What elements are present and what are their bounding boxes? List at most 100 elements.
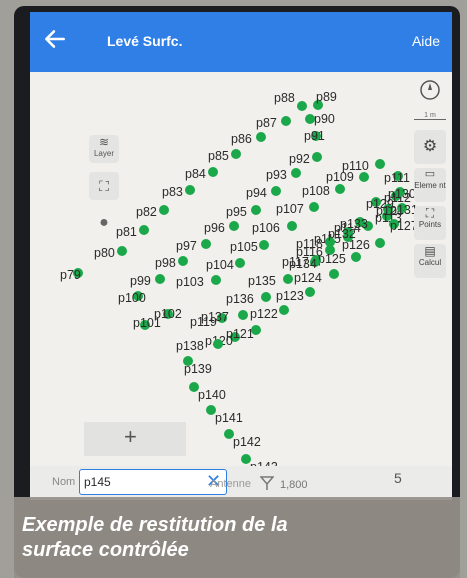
- survey-point-p125[interactable]: [351, 252, 361, 262]
- survey-point-label: p80: [94, 246, 115, 260]
- point-name-value: p145: [84, 475, 111, 489]
- survey-point-p136[interactable]: [261, 292, 271, 302]
- survey-point-label: p93: [266, 168, 287, 182]
- calcul-label: Calcul: [418, 258, 442, 267]
- survey-point-label: p96: [204, 221, 225, 235]
- survey-point-p95[interactable]: [251, 205, 261, 215]
- survey-point-p98[interactable]: [178, 256, 188, 266]
- survey-point-p84[interactable]: [208, 167, 218, 177]
- survey-point-label: p106: [252, 221, 280, 235]
- survey-point-p123[interactable]: [305, 287, 315, 297]
- survey-point-p88[interactable]: [297, 101, 307, 111]
- survey-point-label: p98: [155, 256, 176, 270]
- points-icon: ⛶: [425, 206, 435, 220]
- layers-icon: ≋: [98, 135, 110, 149]
- survey-point-p99[interactable]: [155, 274, 165, 284]
- calcul-icon: ▤: [424, 244, 436, 258]
- survey-point-label: p135: [248, 274, 276, 288]
- survey-point-label: p81: [116, 225, 137, 239]
- survey-point-label: p140: [198, 388, 226, 402]
- survey-point-p81[interactable]: [139, 225, 149, 235]
- survey-point-label: p138: [176, 339, 204, 353]
- survey-point-p87[interactable]: [281, 116, 291, 126]
- survey-point-p109[interactable]: [359, 172, 369, 182]
- scale-bar: 1 m: [414, 112, 446, 120]
- survey-point-label: p110: [342, 159, 369, 173]
- survey-point-label: p83: [162, 185, 183, 199]
- survey-point-p83[interactable]: [185, 185, 195, 195]
- survey-point-p86[interactable]: [256, 132, 266, 142]
- points-button[interactable]: ⛶ Points: [414, 206, 446, 240]
- survey-point-p82[interactable]: [159, 205, 169, 215]
- survey-point-p94[interactable]: [271, 186, 281, 196]
- survey-point-label: p95: [226, 205, 247, 219]
- help-button[interactable]: Aide: [412, 33, 440, 49]
- survey-point-p126[interactable]: [375, 238, 385, 248]
- survey-point-p92[interactable]: [312, 152, 322, 162]
- survey-point-p108[interactable]: [335, 184, 345, 194]
- survey-point-p110[interactable]: [375, 159, 385, 169]
- element-icon: ▭: [424, 168, 436, 180]
- survey-point-label: p133: [340, 217, 368, 231]
- survey-point-label: p134: [289, 257, 317, 271]
- survey-point-p122[interactable]: [279, 305, 289, 315]
- survey-point-p80[interactable]: [117, 246, 127, 256]
- survey-point-label: p108: [302, 184, 330, 198]
- survey-point-label: p111: [384, 171, 410, 185]
- add-point-button[interactable]: +: [84, 422, 186, 456]
- points-label: Points: [418, 220, 442, 229]
- survey-point-label: p103: [176, 275, 204, 289]
- survey-point-p103[interactable]: [211, 275, 221, 285]
- compass-icon: [420, 80, 440, 100]
- page-title: Levé Surfc.: [107, 33, 183, 49]
- survey-point-label: p130: [388, 187, 416, 201]
- survey-point-label: p94: [246, 186, 267, 200]
- survey-point-label: p85: [208, 149, 229, 163]
- survey-point-label: p142: [233, 435, 261, 449]
- survey-point-p104[interactable]: [235, 258, 245, 268]
- survey-point-p107[interactable]: [309, 202, 319, 212]
- survey-point-label: p90: [314, 112, 335, 126]
- survey-point-p135[interactable]: [283, 274, 293, 284]
- locate-button[interactable]: ●: [89, 209, 119, 237]
- survey-point-p93[interactable]: [291, 168, 301, 178]
- survey-point-label: p91: [304, 129, 325, 143]
- survey-point-label: p100: [118, 291, 146, 305]
- caption-line-2: surface contrôlée: [22, 539, 189, 561]
- survey-point-label: p125: [318, 252, 346, 266]
- element-label: Eleme nt: [414, 181, 446, 190]
- layer-button[interactable]: ≋ Layer: [89, 135, 119, 163]
- survey-point-p105[interactable]: [259, 240, 269, 250]
- survey-point-label: p122: [250, 307, 278, 321]
- survey-point-p106[interactable]: [287, 221, 297, 231]
- survey-point-p97[interactable]: [201, 239, 211, 249]
- point-name-input[interactable]: p145: [79, 469, 227, 495]
- survey-point-label: p137: [201, 310, 229, 324]
- survey-point-label: p99: [130, 274, 151, 288]
- calcul-button[interactable]: ▤ Calcul: [414, 244, 446, 278]
- survey-point-label: p84: [185, 167, 206, 181]
- survey-point-label: p136: [226, 292, 254, 306]
- name-label: Nom: [52, 476, 76, 488]
- compass-button[interactable]: [414, 75, 446, 109]
- locate-icon: ●: [99, 214, 109, 231]
- back-arrow-icon[interactable]: [42, 26, 68, 52]
- survey-point-label: p105: [230, 240, 258, 254]
- app-bar: Levé Surfc. Aide: [30, 12, 452, 72]
- fullscreen-button[interactable]: ⛶: [89, 172, 119, 200]
- survey-point-label: p92: [289, 152, 310, 166]
- survey-point-p124[interactable]: [329, 269, 339, 279]
- antenna-label: Antenne: [210, 478, 251, 490]
- plus-icon: +: [124, 424, 137, 449]
- survey-point-label: p82: [136, 205, 157, 219]
- survey-point-label: p118: [296, 237, 323, 251]
- survey-point-p138[interactable]: [213, 339, 223, 349]
- survey-point-p137[interactable]: [238, 310, 248, 320]
- survey-point-p96[interactable]: [229, 221, 239, 231]
- bottom-bar: Nom p145 ✕ Antenne 1,800 5: [30, 466, 452, 500]
- settings-button[interactable]: ⚙: [414, 130, 446, 164]
- survey-point-p85[interactable]: [231, 149, 241, 159]
- fullscreen-icon: ⛶: [99, 178, 109, 194]
- element-button[interactable]: ▭ Eleme nt: [414, 168, 446, 202]
- point-count: 5: [394, 470, 402, 486]
